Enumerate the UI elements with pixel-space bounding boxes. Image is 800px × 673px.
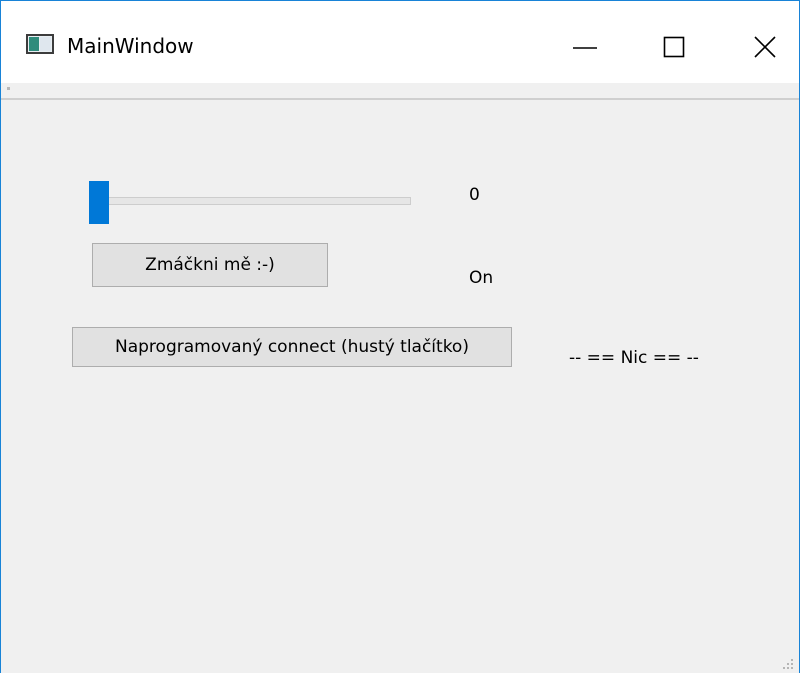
nic-label: -- == Nic == -- — [569, 348, 699, 368]
title-bar[interactable]: MainWindow — [1, 1, 799, 83]
maximize-button[interactable] — [643, 15, 707, 79]
main-window: MainWindow 0 Zmáčkni mě :-) On Naprogram… — [0, 0, 800, 673]
resize-grip-icon[interactable] — [781, 657, 795, 671]
window-title: MainWindow — [67, 34, 194, 58]
slider-handle[interactable] — [89, 181, 109, 224]
maximize-icon — [663, 36, 685, 58]
close-icon — [754, 36, 776, 58]
state-label: On — [469, 268, 494, 288]
press-me-button[interactable]: Zmáčkni mě :-) — [92, 243, 328, 287]
slider-value-label: 0 — [469, 185, 480, 205]
app-window-icon — [26, 34, 54, 54]
menubar-divider — [1, 98, 799, 100]
minimize-button[interactable] — [553, 15, 617, 79]
connect-button[interactable]: Naprogramovaný connect (hustý tlačítko) — [72, 327, 512, 367]
minimize-icon — [573, 47, 597, 49]
close-button[interactable] — [733, 15, 797, 79]
slider-groove — [89, 197, 411, 205]
menubar-grip — [7, 87, 10, 90]
value-slider[interactable] — [89, 181, 412, 225]
